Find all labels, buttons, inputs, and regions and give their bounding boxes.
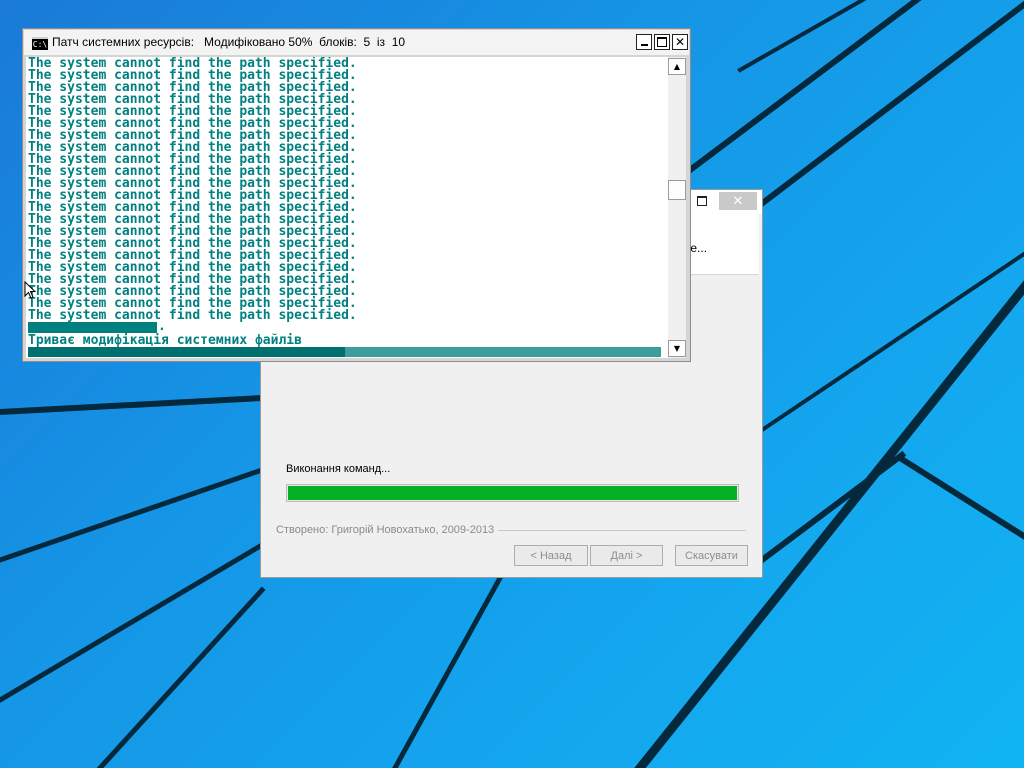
installer-maximize-button[interactable]: [691, 192, 713, 210]
scroll-up-arrow-icon[interactable]: ▲: [668, 58, 686, 75]
maximize-icon: [657, 37, 667, 47]
console-progress-fill: [28, 347, 345, 357]
wallpaper-line: [737, 0, 867, 73]
wallpaper-line: [0, 394, 266, 416]
console-progress-bar: [28, 347, 661, 357]
installer-status-label: Виконання команд...: [286, 463, 391, 475]
wallpaper-line: [392, 574, 504, 768]
console-lines: The system cannot find the path specifie…: [28, 57, 357, 323]
scroll-thumb[interactable]: [668, 180, 686, 200]
console-app-icon[interactable]: C:\: [32, 37, 48, 50]
console-selection-block: [28, 322, 157, 333]
back-button[interactable]: < Назад: [514, 545, 588, 566]
wallpaper-line: [685, 0, 922, 175]
console-maximize-button[interactable]: [654, 34, 670, 50]
console-output[interactable]: The system cannot find the path specifie…: [26, 57, 668, 358]
wallpaper-line: [96, 586, 266, 768]
wallpaper-line: [755, 0, 1024, 210]
installer-credit: Створено: Григорій Новохатько, 2009-2013: [276, 524, 499, 536]
console-window: C:\ Патч системних ресурсів: Модифікован…: [22, 28, 691, 362]
mouse-cursor-icon: [24, 281, 36, 299]
cancel-button[interactable]: Скасувати: [675, 545, 748, 566]
desktop-wallpaper: ✕ те... Виконання команд... Створено: Гр…: [0, 0, 1024, 768]
installer-progress-fill: [288, 486, 737, 500]
console-trailing-dot: .: [158, 319, 166, 334]
minimize-icon: [640, 44, 648, 46]
console-minimize-button[interactable]: [636, 34, 652, 50]
console-close-button[interactable]: ✕: [672, 34, 688, 50]
maximize-icon: [697, 196, 707, 206]
console-titlebar[interactable]: C:\ Патч системних ресурсів: Модифікован…: [24, 30, 689, 55]
wallpaper-line: [0, 466, 266, 563]
console-status-line: Триває модифікація системних файлів: [28, 333, 302, 348]
wallpaper-line: [757, 450, 907, 565]
installer-progress-bar: [286, 484, 739, 502]
console-title: Патч системних ресурсів: Модифіковано 50…: [52, 35, 406, 49]
installer-close-button[interactable]: ✕: [719, 192, 757, 210]
wallpaper-line: [0, 541, 266, 703]
wallpaper-line: [895, 453, 1024, 540]
console-line: The system cannot find the path specifie…: [28, 308, 357, 323]
next-button[interactable]: Далі >: [590, 545, 663, 566]
console-scrollbar[interactable]: ▲ ▼: [668, 57, 686, 358]
scroll-down-arrow-icon[interactable]: ▼: [668, 340, 686, 357]
